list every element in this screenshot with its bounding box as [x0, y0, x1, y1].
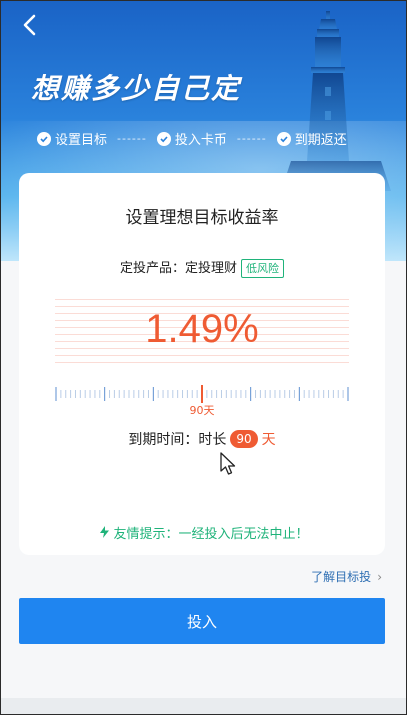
- friendly-tip: 友情提示：一经投入后无法中止！: [1, 523, 406, 542]
- product-info: 定投产品：定投理财 低风险: [19, 257, 385, 278]
- lightning-icon: [100, 526, 110, 542]
- product-label: 定投产品：定投理财: [119, 261, 237, 276]
- mouse-cursor-icon: [220, 452, 236, 475]
- term-label: 到期时间：时长: [128, 432, 227, 448]
- progress-steps: 设置目标 ------ 投入卡币 ------ 到期返还: [37, 129, 347, 148]
- risk-badge: 低风险: [241, 259, 284, 278]
- tip-text: 友情提示：一经投入后无法中止！: [113, 527, 309, 542]
- invest-button[interactable]: 投入: [19, 598, 385, 644]
- term-info: 到期时间：时长 90 天: [19, 429, 385, 449]
- check-circle-icon: [156, 131, 171, 146]
- step-separator: ------: [236, 132, 267, 145]
- bottom-bar: [1, 698, 406, 714]
- step-maturity-return: 到期返还: [276, 129, 347, 148]
- duration-ruler[interactable]: [55, 385, 349, 403]
- ruler-value: 90天: [189, 404, 215, 417]
- step-label: 到期返还: [294, 133, 347, 148]
- learn-link-label: 了解目标投: [311, 570, 372, 584]
- hero-title: 想赚多少自己定: [31, 72, 242, 105]
- lighthouse-icon: [281, 11, 391, 191]
- learn-target-invest-link[interactable]: 了解目标投 ›: [311, 568, 382, 585]
- chevron-right-icon: ›: [377, 570, 382, 584]
- check-circle-icon: [276, 131, 291, 146]
- card-title: 设置理想目标收益率: [125, 208, 279, 228]
- back-button[interactable]: [15, 13, 45, 43]
- check-circle-icon: [37, 131, 51, 146]
- step-invest-coins: 投入卡币: [156, 129, 227, 148]
- term-value-badge: 90: [230, 430, 258, 448]
- chevron-left-icon: [23, 14, 36, 36]
- step-label: 投入卡币: [174, 133, 227, 148]
- step-set-goal: 设置目标: [37, 129, 107, 148]
- term-unit: 天: [261, 432, 276, 448]
- step-label: 设置目标: [55, 133, 108, 148]
- goal-card: 设置理想目标收益率 定投产品：定投理财 低风险 1.49% 90天 到期时间：时长…: [19, 173, 385, 555]
- target-rate: 1.49%: [145, 307, 259, 351]
- step-separator: ------: [117, 132, 147, 145]
- app-frame: 想赚多少自己定 设置目标 ------ 投入卡币 ------ 到期返还 设置理…: [0, 0, 407, 715]
